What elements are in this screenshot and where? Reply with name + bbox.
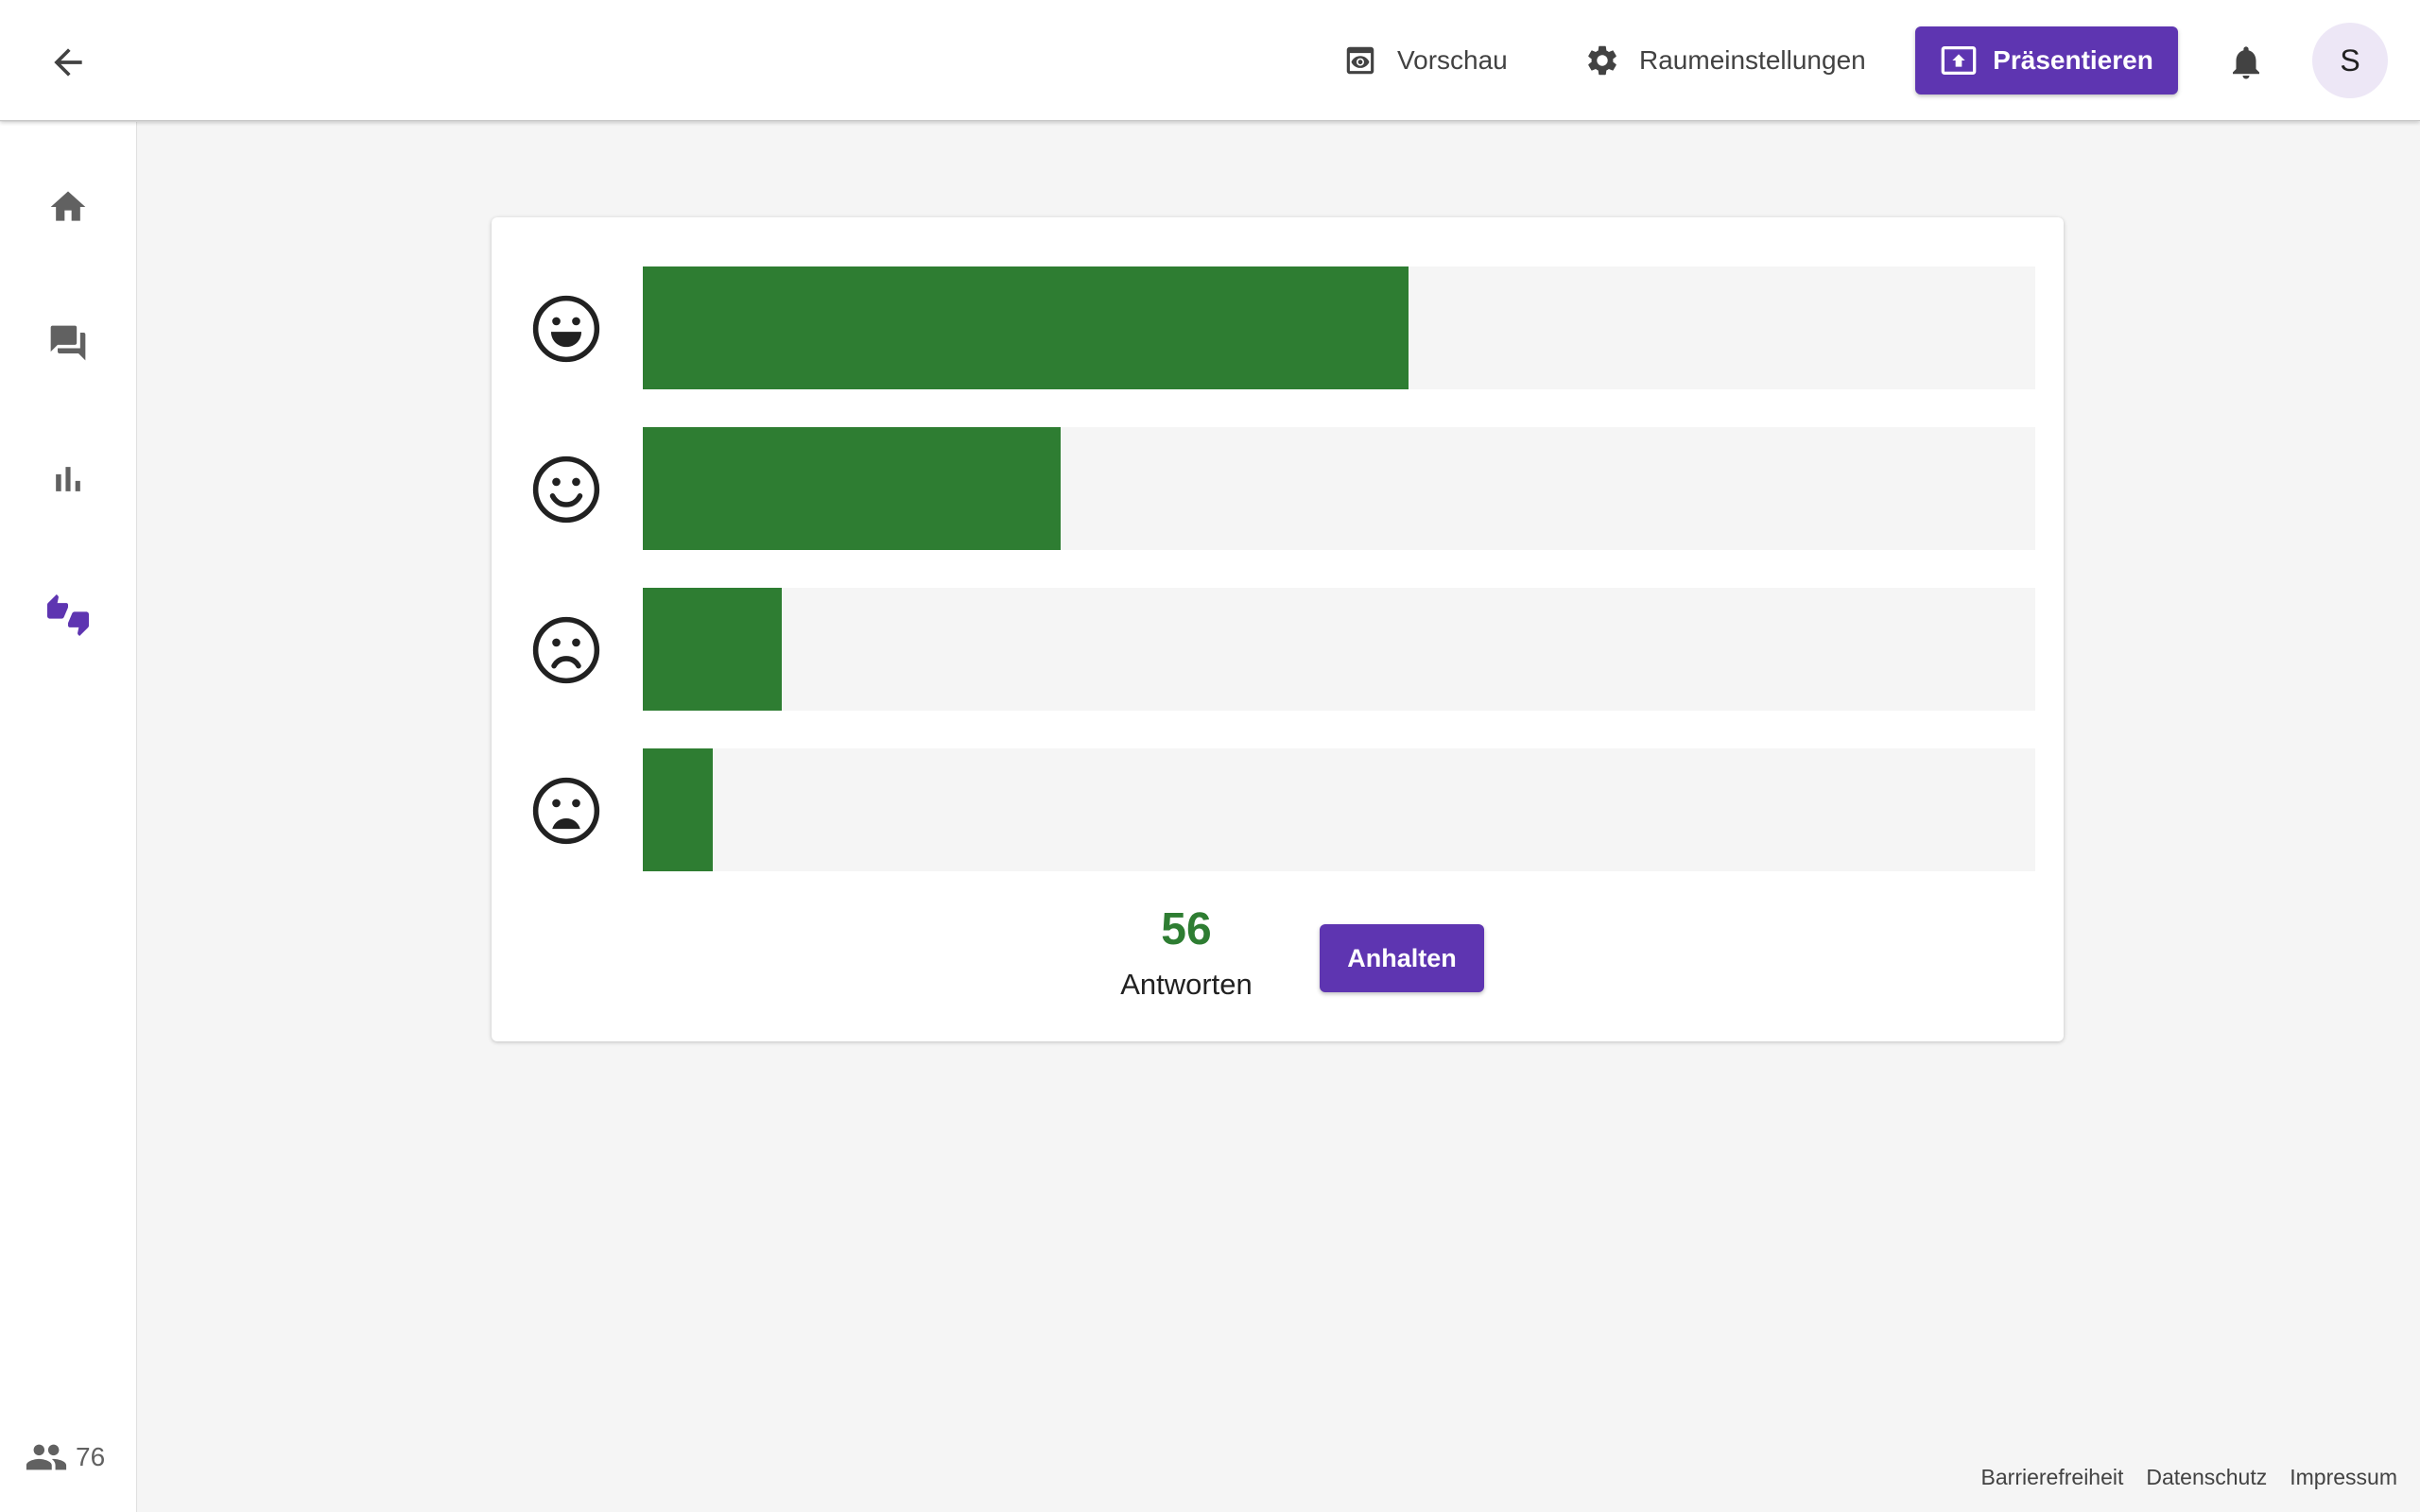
preview-eye-icon — [1346, 46, 1374, 75]
feedback-bar-fill — [643, 266, 1409, 389]
back-button[interactable] — [38, 32, 98, 93]
feedback-bar-fill — [643, 748, 713, 871]
bar-chart-icon — [56, 467, 80, 491]
home-icon — [50, 191, 86, 221]
feedback-row-sad — [492, 588, 2064, 711]
people-icon — [26, 1444, 67, 1470]
footer-link-privacy[interactable]: Datenschutz — [2146, 1465, 2267, 1490]
anguished-face-icon — [532, 777, 600, 845]
preview-label: Vorschau — [1397, 45, 1508, 75]
forum-icon — [50, 325, 86, 361]
stop-feedback-button[interactable]: Anhalten — [1320, 924, 1484, 992]
sidebar-item-home[interactable] — [36, 175, 100, 239]
sidebar-item-questions[interactable] — [36, 311, 100, 375]
present-label: Präsentieren — [1993, 45, 2153, 75]
sidebar: 76 — [0, 122, 137, 1512]
sidebar-item-statistics[interactable] — [36, 447, 100, 511]
room-settings-button[interactable]: Raumeinstellungen — [1584, 26, 1866, 94]
feedback-bar-track — [643, 588, 2035, 711]
answer-count-label: Antworten — [1120, 968, 1253, 1001]
footer: Barrierefreiheit Datenschutz Impressum — [1981, 1465, 2397, 1490]
feedback-row-very-happy — [492, 266, 2064, 389]
bell-icon — [2233, 46, 2259, 79]
feedback-row-happy — [492, 427, 2064, 550]
feedback-bar-fill — [643, 427, 1061, 550]
arrow-back-icon — [54, 48, 82, 77]
grinning-face-icon — [532, 295, 600, 363]
sidebar-item-feedback[interactable] — [36, 583, 100, 647]
room-settings-label: Raumeinstellungen — [1639, 45, 1866, 75]
answer-count: 56 — [1161, 904, 1212, 954]
gear-icon — [1588, 45, 1616, 76]
notifications-button[interactable] — [2218, 36, 2274, 89]
feedback-bar-track — [643, 748, 2035, 871]
footer-link-accessibility[interactable]: Barrierefreiheit — [1981, 1465, 2124, 1490]
present-to-all-icon — [1941, 46, 1977, 75]
participant-counter: 76 — [25, 1435, 105, 1479]
smiling-face-icon — [532, 455, 600, 524]
participant-count: 76 — [76, 1442, 106, 1471]
present-button[interactable]: Präsentieren — [1915, 26, 2178, 94]
footer-link-imprint[interactable]: Impressum — [2290, 1465, 2397, 1490]
feedback-row-very-sad — [492, 748, 2064, 871]
feedback-bar-fill — [643, 588, 783, 711]
user-avatar[interactable]: S — [2312, 23, 2388, 98]
top-bar: Vorschau Raumeinstellungen Präsentieren … — [0, 0, 2420, 121]
frowning-face-icon — [532, 616, 600, 684]
feedback-bar-track — [643, 266, 2035, 389]
feedback-bar-track — [643, 427, 2035, 550]
thumbs-up-down-icon — [47, 594, 89, 636]
preview-button[interactable]: Vorschau — [1342, 26, 1508, 94]
